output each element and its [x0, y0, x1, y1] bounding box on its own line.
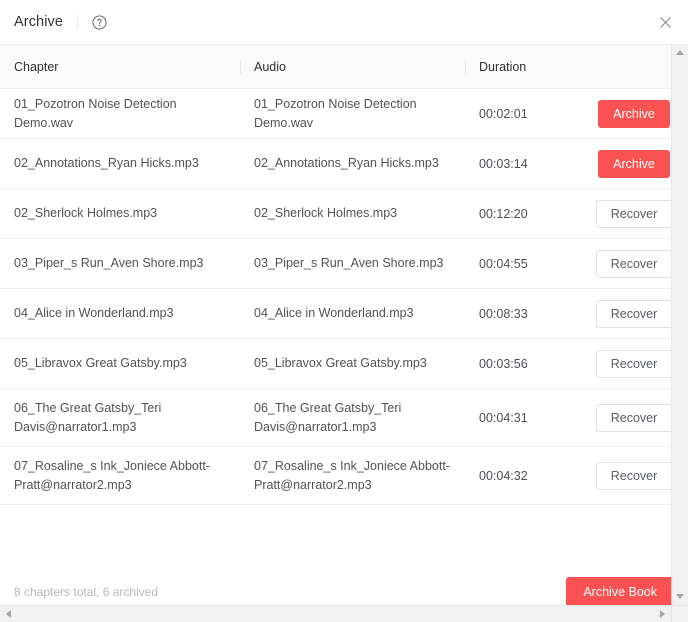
cell-chapter: 01_Pozotron Noise Detection Demo.wav — [0, 95, 240, 133]
audio-file-name: 05_Libravox Great Gatsby.mp3 — [254, 356, 427, 370]
duration-value: 00:03:14 — [479, 156, 528, 171]
archive-book-button[interactable]: Archive Book — [566, 577, 674, 607]
cell-duration: 00:04:31 — [465, 411, 580, 425]
table-row[interactable]: 01_Pozotron Noise Detection Demo.wav 01_… — [0, 89, 688, 139]
horizontal-scrollbar[interactable] — [0, 605, 671, 622]
cell-chapter: 02_Sherlock Holmes.mp3 — [0, 204, 240, 223]
duration-value: 00:02:01 — [479, 106, 528, 121]
dialog-header: Archive — [0, 0, 688, 44]
chapter-file-name: 03_Piper_s Run_Aven Shore.mp3 — [14, 256, 204, 270]
cell-duration: 00:03:56 — [465, 357, 580, 371]
table-row[interactable]: 07_Rosaline_s Ink_Joniece Abbott-Pratt@n… — [0, 447, 688, 505]
scroll-left-arrow-icon[interactable] — [0, 606, 17, 622]
cell-duration: 00:02:01 — [465, 107, 580, 121]
table-row[interactable]: 02_Annotations_Ryan Hicks.mp3 02_Annotat… — [0, 139, 688, 189]
audio-file-name: 04_Alice in Wonderland.mp3 — [254, 306, 414, 320]
archive-dialog: Archive Chapter Audio Duration 01_Pozotr… — [0, 0, 688, 622]
column-header-duration[interactable]: Duration — [465, 60, 580, 74]
column-header-audio[interactable]: Audio — [240, 60, 465, 74]
cell-audio: 01_Pozotron Noise Detection Demo.wav — [240, 95, 465, 133]
scroll-up-arrow-icon[interactable] — [672, 44, 688, 61]
table-row[interactable]: 03_Piper_s Run_Aven Shore.mp3 03_Piper_s… — [0, 239, 688, 289]
cell-chapter: 02_Annotations_Ryan Hicks.mp3 — [0, 154, 240, 173]
cell-chapter: 05_Libravox Great Gatsby.mp3 — [0, 354, 240, 373]
cell-chapter: 03_Piper_s Run_Aven Shore.mp3 — [0, 254, 240, 273]
cell-audio: 02_Sherlock Holmes.mp3 — [240, 204, 465, 223]
vertical-scrollbar[interactable] — [671, 44, 688, 622]
table-body: 01_Pozotron Noise Detection Demo.wav 01_… — [0, 89, 688, 562]
audio-file-name: 01_Pozotron Noise Detection Demo.wav — [254, 96, 417, 130]
cell-chapter: 07_Rosaline_s Ink_Joniece Abbott-Pratt@n… — [0, 457, 240, 495]
cell-duration: 00:03:14 — [465, 157, 580, 171]
duration-value: 00:04:55 — [479, 256, 528, 271]
audio-file-name: 06_The Great Gatsby_Teri Davis@narrator1… — [254, 400, 402, 434]
chapter-file-name: 05_Libravox Great Gatsby.mp3 — [14, 356, 187, 370]
cell-chapter: 04_Alice in Wonderland.mp3 — [0, 304, 240, 323]
audio-file-name: 07_Rosaline_s Ink_Joniece Abbott-Pratt@n… — [254, 458, 450, 492]
cell-duration: 00:12:20 — [465, 207, 580, 221]
scroll-corner — [671, 605, 688, 622]
duration-value: 00:12:20 — [479, 206, 528, 221]
chapters-table: Chapter Audio Duration 01_Pozotron Noise… — [0, 44, 688, 622]
question-circle-icon[interactable] — [91, 14, 107, 30]
duration-value: 00:04:31 — [479, 410, 528, 425]
close-icon[interactable] — [656, 13, 674, 31]
chapter-file-name: 01_Pozotron Noise Detection Demo.wav — [14, 96, 177, 130]
table-row[interactable]: 06_The Great Gatsby_Teri Davis@narrator1… — [0, 389, 688, 447]
audio-file-name: 02_Annotations_Ryan Hicks.mp3 — [254, 156, 439, 170]
chapter-file-name: 04_Alice in Wonderland.mp3 — [14, 306, 174, 320]
recover-button[interactable]: Recover — [595, 249, 673, 278]
recover-button[interactable]: Recover — [595, 299, 673, 328]
cell-audio: 04_Alice in Wonderland.mp3 — [240, 304, 465, 323]
cell-duration: 00:08:33 — [465, 307, 580, 321]
chapter-file-name: 02_Annotations_Ryan Hicks.mp3 — [14, 156, 199, 170]
archive-button[interactable]: Archive — [598, 149, 670, 178]
cell-audio: 06_The Great Gatsby_Teri Davis@narrator1… — [240, 399, 465, 437]
table-header-row: Chapter Audio Duration — [0, 45, 688, 89]
recover-button[interactable]: Recover — [595, 349, 673, 378]
page-title: Archive — [14, 14, 64, 30]
cell-duration: 00:04:55 — [465, 257, 580, 271]
cell-audio: 05_Libravox Great Gatsby.mp3 — [240, 354, 465, 373]
cell-audio: 02_Annotations_Ryan Hicks.mp3 — [240, 154, 465, 173]
recover-button[interactable]: Recover — [595, 199, 673, 228]
cell-duration: 00:04:32 — [465, 469, 580, 483]
cell-chapter: 06_The Great Gatsby_Teri Davis@narrator1… — [0, 399, 240, 437]
title-divider — [77, 14, 79, 30]
audio-file-name: 03_Piper_s Run_Aven Shore.mp3 — [254, 256, 444, 270]
duration-value: 00:03:56 — [479, 356, 528, 371]
duration-value: 00:08:33 — [479, 306, 528, 321]
table-row[interactable]: 04_Alice in Wonderland.mp3 04_Alice in W… — [0, 289, 688, 339]
scroll-right-arrow-icon[interactable] — [654, 606, 671, 622]
duration-value: 00:04:32 — [479, 468, 528, 483]
recover-button[interactable]: Recover — [595, 403, 673, 432]
table-row[interactable]: 02_Sherlock Holmes.mp3 02_Sherlock Holme… — [0, 189, 688, 239]
chapter-file-name: 02_Sherlock Holmes.mp3 — [14, 206, 158, 220]
scroll-down-arrow-icon[interactable] — [672, 588, 688, 605]
archive-button[interactable]: Archive — [598, 99, 670, 128]
table-row[interactable]: 05_Libravox Great Gatsby.mp3 05_Libravox… — [0, 339, 688, 389]
status-text: 8 chapters total, 6 archived — [14, 585, 159, 599]
cell-audio: 07_Rosaline_s Ink_Joniece Abbott-Pratt@n… — [240, 457, 465, 495]
chapter-file-name: 06_The Great Gatsby_Teri Davis@narrator1… — [14, 400, 162, 434]
recover-button[interactable]: Recover — [595, 461, 673, 490]
audio-file-name: 02_Sherlock Holmes.mp3 — [254, 206, 398, 220]
column-header-chapter[interactable]: Chapter — [0, 60, 240, 74]
cell-audio: 03_Piper_s Run_Aven Shore.mp3 — [240, 254, 465, 273]
chapter-file-name: 07_Rosaline_s Ink_Joniece Abbott-Pratt@n… — [14, 458, 210, 492]
